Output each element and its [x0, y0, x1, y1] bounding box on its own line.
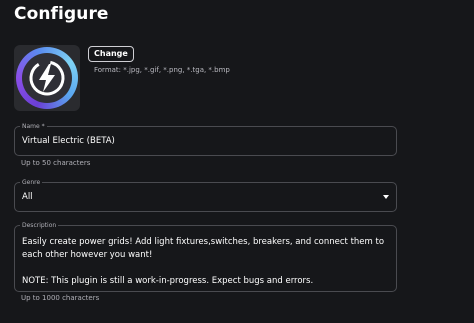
name-input[interactable]: Virtual Electric (BETA): [22, 136, 115, 146]
name-field-label: Name *: [20, 122, 47, 131]
description-helper-text: Up to 1000 characters: [21, 294, 100, 302]
change-image-button[interactable]: Change: [88, 46, 134, 62]
thumbnail-ring: [16, 47, 78, 109]
image-format-hint: Format: *.jpg, *.gif, *.png, *.tga, *.bm…: [94, 66, 230, 74]
thumbnail-inner: [22, 53, 72, 103]
name-helper-text: Up to 50 characters: [21, 159, 91, 167]
genre-selected-value: All: [22, 192, 33, 202]
name-field[interactable]: Name * Virtual Electric (BETA): [14, 122, 397, 156]
description-field[interactable]: Description Easily create power grids! A…: [14, 221, 397, 292]
lightning-bolt-icon: [29, 60, 65, 96]
dropdown-caret-icon[interactable]: [383, 195, 389, 199]
genre-field-label: Genre: [20, 178, 43, 187]
plugin-thumbnail: [14, 45, 80, 111]
genre-select[interactable]: Genre All: [14, 178, 397, 212]
page-title: Configure: [14, 4, 109, 24]
description-textarea[interactable]: Easily create power grids! Add light fix…: [22, 236, 388, 288]
description-field-label: Description: [20, 221, 59, 230]
